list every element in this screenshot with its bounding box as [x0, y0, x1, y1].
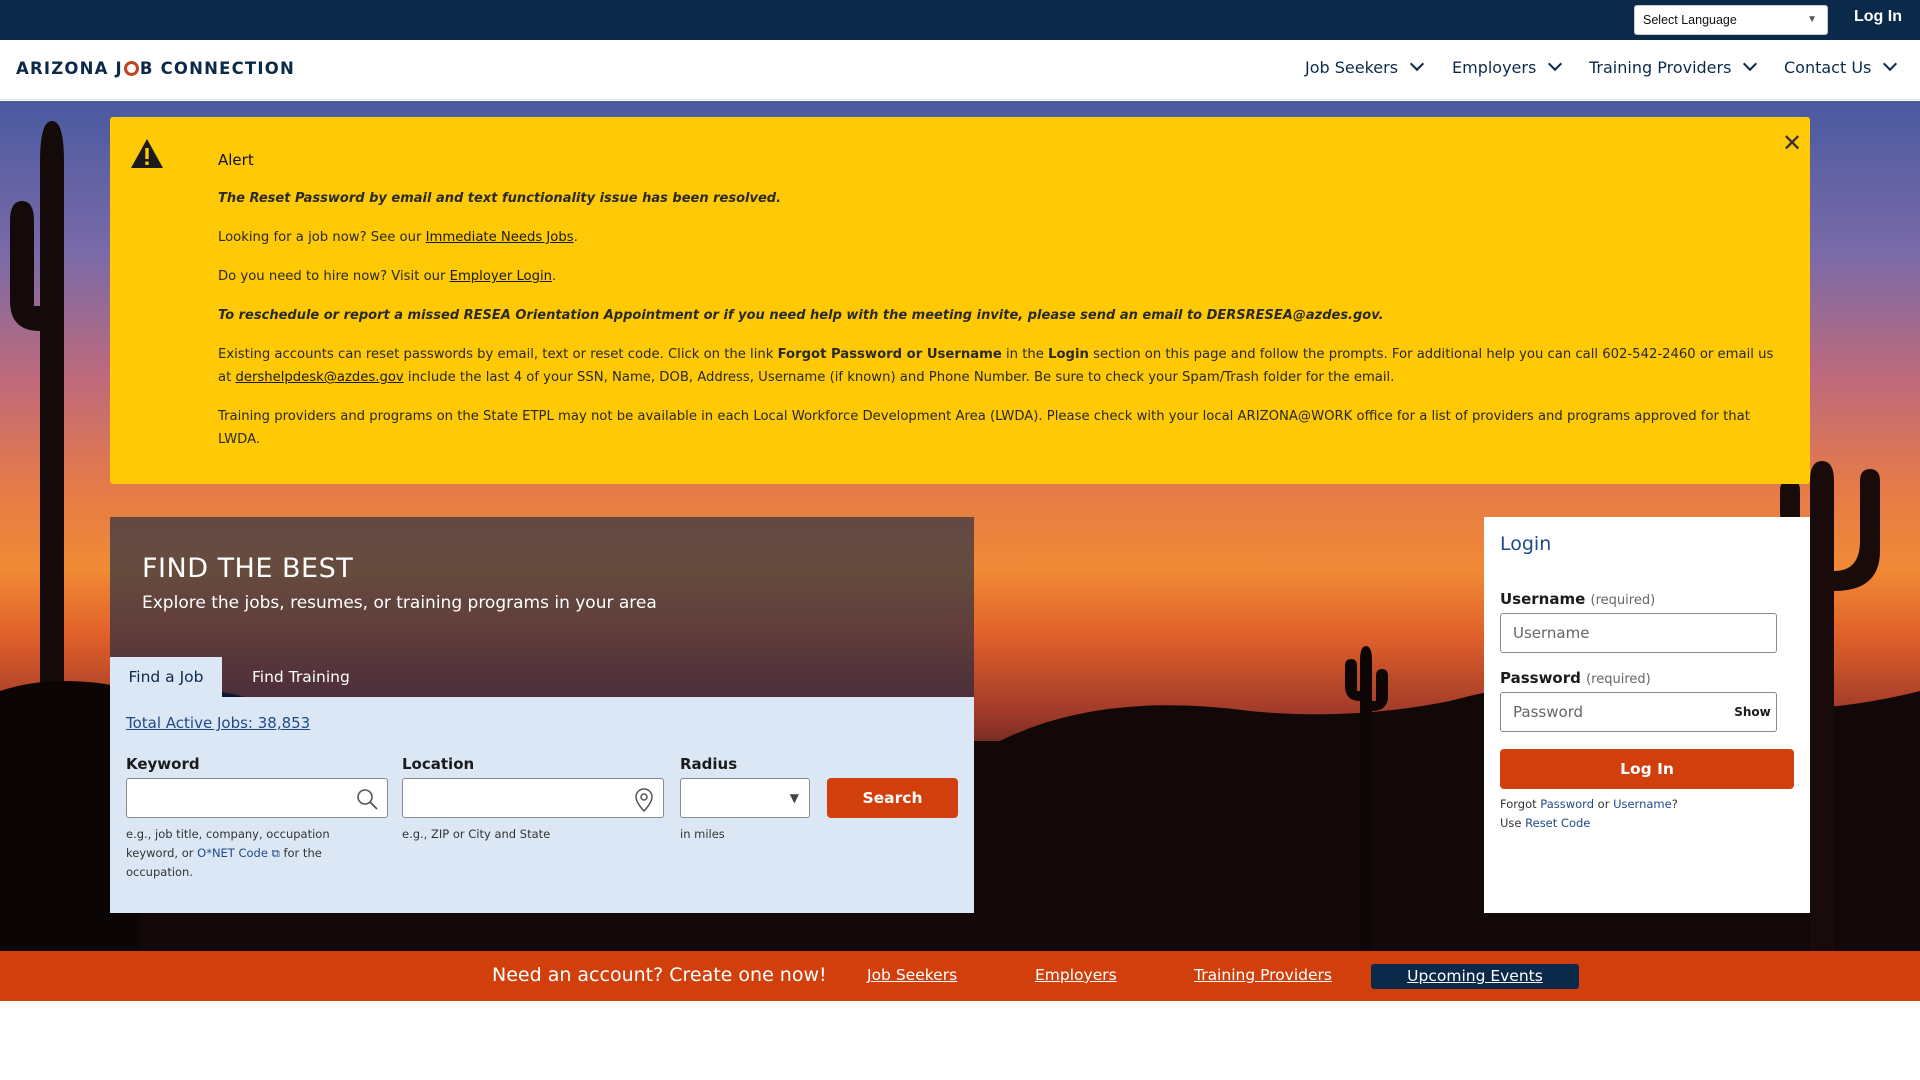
- alert-line-hire-now: Do you need to hire now? Visit our Emplo…: [218, 265, 1788, 288]
- alert-title: Alert: [218, 151, 254, 169]
- warning-icon: [131, 139, 163, 168]
- tab-find-training[interactable]: Find Training: [242, 657, 350, 697]
- alert-text-bold: Login: [1048, 347, 1089, 362]
- alert-text: Do you need to hire now? Visit our: [218, 269, 450, 284]
- radius-label: Radius: [680, 755, 738, 773]
- cta-employers-link[interactable]: Employers: [1035, 966, 1117, 984]
- chevron-down-icon: [1409, 56, 1425, 72]
- reset-code-line: Use Reset Code: [1500, 816, 1590, 830]
- help-text: occupation.: [126, 865, 194, 879]
- nav-item-contact-us[interactable]: Contact Us: [1784, 56, 1898, 77]
- help-text: keyword, or: [126, 846, 198, 860]
- reset-code-link[interactable]: Reset Code: [1525, 816, 1590, 830]
- search-heading: FIND THE BEST: [142, 553, 354, 584]
- small-text: Forgot: [1500, 797, 1541, 811]
- small-text: ?: [1671, 797, 1678, 811]
- total-active-jobs-link[interactable]: Total Active Jobs: 38,853: [126, 714, 310, 732]
- alert-text: in the: [1001, 347, 1049, 362]
- chevron-down-icon: [1883, 56, 1898, 72]
- help-text: e.g., job title, company, occupation: [126, 827, 330, 841]
- help-text-line: keyword, or O*NET Code ⧉ for the: [126, 844, 366, 863]
- username-label: Username (required): [1500, 590, 1655, 608]
- alert-text: Existing accounts can reset passwords by…: [218, 347, 778, 362]
- employer-login-link[interactable]: Employer Login: [450, 269, 552, 284]
- alert-text: Looking for a job now? See our: [218, 230, 426, 245]
- forgot-username-link[interactable]: Username: [1613, 797, 1672, 811]
- logo-text-end: B CONNECTION: [139, 59, 295, 78]
- password-input[interactable]: Password: [1500, 692, 1730, 732]
- main-navigation: ARIZONA J B CONNECTION Job Seekers Employ…: [0, 40, 1920, 100]
- keyword-help-text: e.g., job title, company, occupation key…: [126, 825, 366, 882]
- username-input[interactable]: Username: [1500, 613, 1777, 653]
- immediate-needs-jobs-link[interactable]: Immediate Needs Jobs: [426, 230, 574, 245]
- password-label-text: Password: [1500, 669, 1581, 687]
- alert-line-reset-passwords: Existing accounts can reset passwords by…: [218, 343, 1788, 389]
- logo-text-start: ARIZONA J: [16, 59, 123, 78]
- language-select-value: Select Language: [1643, 13, 1737, 27]
- job-search-form: Total Active Jobs: 38,853 Keyword e.g., …: [110, 697, 974, 913]
- chevron-down-icon: [1743, 56, 1758, 72]
- nav-item-job-seekers[interactable]: Job Seekers: [1305, 56, 1425, 77]
- alert-text: .: [573, 230, 578, 245]
- radius-select[interactable]: ▼: [680, 778, 810, 818]
- close-icon[interactable]: ✕: [1782, 131, 1802, 155]
- location-label: Location: [402, 755, 475, 773]
- alert-line-immediate-jobs: Looking for a job now? See our Immediate…: [218, 226, 1788, 249]
- external-link-icon: ⧉: [271, 846, 280, 860]
- chevron-down-icon: ▼: [1807, 14, 1817, 25]
- alert-line-resea: To reschedule or report a missed RESEA O…: [218, 308, 1384, 323]
- login-panel: Login Username (required) Username Passw…: [1484, 517, 1810, 913]
- search-icon: [357, 789, 378, 810]
- search-button[interactable]: Search: [827, 778, 958, 818]
- search-subheading: Explore the jobs, resumes, or training p…: [142, 593, 657, 613]
- help-text: for the: [279, 846, 322, 860]
- radius-help-text: in miles: [680, 827, 725, 841]
- alert-text-bold: Forgot Password or Username: [777, 347, 1002, 362]
- login-title: Login: [1500, 533, 1552, 555]
- nav-item-label: Training Providers: [1589, 58, 1732, 77]
- create-account-message: Need an account? Create one now!: [492, 964, 827, 986]
- login-button[interactable]: Log In: [1500, 749, 1794, 789]
- create-account-bar: Need an account? Create one now! Job See…: [0, 951, 1920, 1001]
- cta-job-seekers-link[interactable]: Job Seekers: [867, 966, 957, 984]
- nav-item-training-providers[interactable]: Training Providers: [1589, 56, 1758, 77]
- password-label: Password (required): [1500, 669, 1651, 687]
- job-search-panel: FIND THE BEST Explore the jobs, resumes,…: [110, 517, 974, 913]
- alert-line-etpl: Training providers and programs on the S…: [218, 409, 1750, 447]
- location-input[interactable]: [402, 778, 664, 818]
- cta-training-providers-link[interactable]: Training Providers: [1194, 966, 1332, 984]
- small-text: Use: [1500, 816, 1526, 830]
- top-utility-bar: Select Language ▼ Log In: [0, 0, 1920, 40]
- nav-item-employers[interactable]: Employers: [1452, 56, 1563, 77]
- required-hint: (required): [1590, 593, 1656, 608]
- keyword-input[interactable]: [126, 778, 388, 818]
- chevron-down-icon: ▼: [789, 791, 799, 805]
- nav-item-label: Contact Us: [1784, 58, 1872, 77]
- nav-item-label: Job Seekers: [1305, 58, 1399, 77]
- alert-text: include the last 4 of your SSN, Name, DO…: [403, 370, 1395, 385]
- alert-banner: ✕ Alert The Reset Password by email and …: [110, 117, 1810, 484]
- small-text: or: [1594, 797, 1614, 811]
- nav-item-label: Employers: [1452, 58, 1537, 77]
- map-pin-icon: [635, 788, 653, 813]
- site-logo[interactable]: ARIZONA J B CONNECTION: [16, 59, 295, 78]
- keyword-label: Keyword: [126, 755, 200, 773]
- alert-text: .: [552, 269, 557, 284]
- username-label-text: Username: [1500, 590, 1586, 608]
- chevron-down-icon: [1548, 56, 1563, 72]
- alert-line-reset-resolved: The Reset Password by email and text fun…: [218, 191, 782, 206]
- cta-upcoming-events-link[interactable]: Upcoming Events: [1371, 964, 1579, 989]
- arizona-star-icon: [123, 61, 139, 76]
- show-password-button[interactable]: Show: [1729, 692, 1777, 732]
- helpdesk-email-link[interactable]: dershelpdesk@azdes.gov: [235, 370, 403, 385]
- required-hint: (required): [1586, 672, 1651, 687]
- forgot-credentials: Forgot Password or Username?: [1500, 797, 1678, 811]
- top-login-link[interactable]: Log In: [1854, 8, 1902, 26]
- location-help-text: e.g., ZIP or City and State: [402, 827, 551, 841]
- job-search-header: FIND THE BEST Explore the jobs, resumes,…: [110, 517, 974, 697]
- onet-code-link[interactable]: O*NET Code: [197, 846, 268, 860]
- forgot-password-link[interactable]: Password: [1540, 797, 1594, 811]
- language-select[interactable]: Select Language ▼: [1634, 5, 1828, 35]
- tab-find-a-job[interactable]: Find a Job: [110, 657, 222, 697]
